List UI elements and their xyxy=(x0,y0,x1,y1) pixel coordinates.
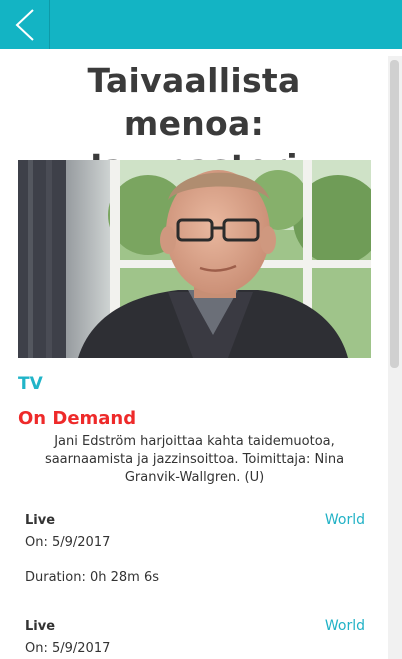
program-details: Taivaallista menoa: Jazzpastori xyxy=(0,56,388,659)
broadcast-type: Live xyxy=(25,619,56,634)
top-bar xyxy=(0,0,402,49)
title-line-1: Taivaallista menoa: xyxy=(87,61,301,143)
program-description: Jani Edström harjoittaa kahta taidemuoto… xyxy=(44,434,345,485)
availability-label: On Demand xyxy=(18,408,137,429)
broadcast-date: On: 5/9/2017 xyxy=(25,535,111,550)
broadcast-date: On: 5/9/2017 xyxy=(25,641,111,656)
broadcast-region-link[interactable]: World xyxy=(325,618,365,634)
back-button[interactable] xyxy=(0,0,50,49)
broadcast-duration: Duration: 0h 28m 6s xyxy=(25,570,159,585)
broadcast-region-link[interactable]: World xyxy=(325,512,365,528)
broadcast-type: Live xyxy=(25,513,56,528)
category-label: TV xyxy=(18,374,43,394)
chevron-left-icon xyxy=(15,8,34,41)
program-image xyxy=(18,160,371,358)
scrollbar-thumb[interactable] xyxy=(390,60,399,368)
